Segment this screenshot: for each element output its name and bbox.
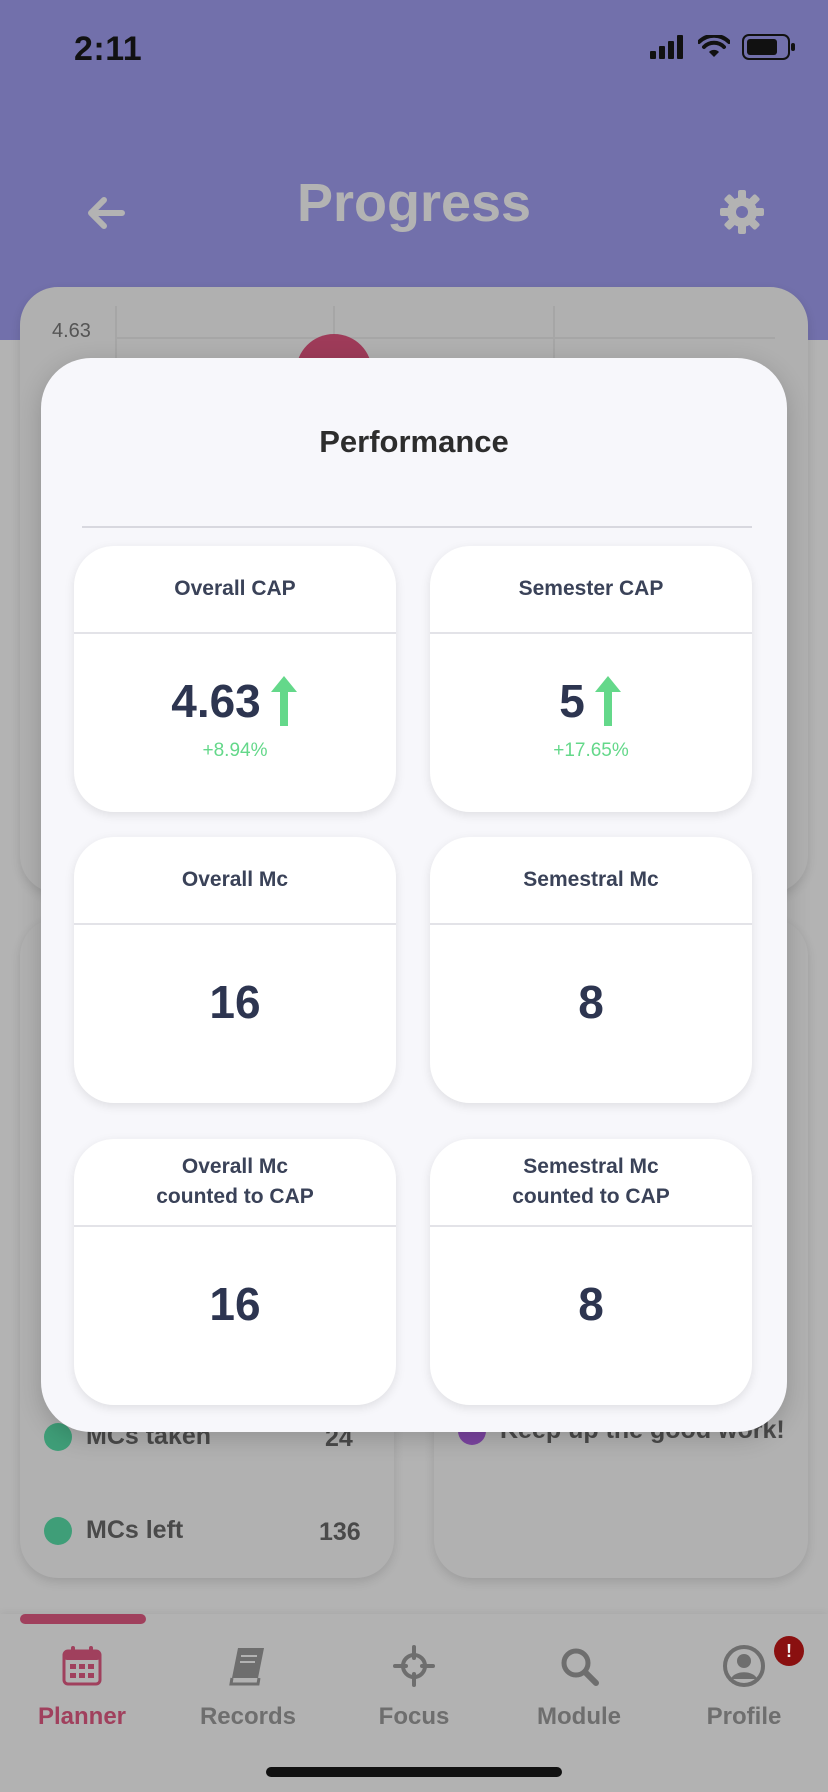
nav-label: Focus bbox=[378, 1703, 450, 1730]
stat-card-body: 8 bbox=[430, 1229, 752, 1405]
stat-card-overall-cap: Overall CAP 4.63 +8.94% bbox=[74, 546, 396, 812]
active-tab-indicator bbox=[20, 1614, 146, 1624]
stat-card-body: 16 bbox=[74, 1229, 396, 1405]
arrow-up-icon bbox=[594, 676, 621, 726]
nav-item-planner[interactable]: Planner bbox=[2, 1644, 162, 1731]
crosshair-icon bbox=[393, 1645, 435, 1687]
stat-card-overall-mc-cap: Overall Mc counted to CAP 16 bbox=[74, 1139, 396, 1405]
chart-gridline bbox=[115, 337, 775, 339]
search-icon bbox=[561, 1648, 599, 1686]
book-icon bbox=[229, 1648, 264, 1686]
nav-label: Module bbox=[537, 1703, 621, 1730]
stat-value-row: 5 bbox=[430, 674, 752, 728]
chart-gridline bbox=[115, 306, 117, 366]
arrow-up-icon bbox=[270, 676, 297, 726]
legend-value: 136 bbox=[319, 1518, 361, 1546]
stat-card-body: 16 bbox=[74, 927, 396, 1103]
wifi-icon bbox=[698, 35, 730, 57]
legend-label: MCs left bbox=[86, 1516, 184, 1544]
nav-item-records[interactable]: Records bbox=[168, 1644, 328, 1731]
stat-card-semestral-mc-cap: Semestral Mc counted to CAP 8 bbox=[430, 1139, 752, 1405]
nav-label: Planner bbox=[37, 1703, 127, 1730]
signal-icon bbox=[650, 35, 683, 59]
user-icon bbox=[723, 1645, 765, 1687]
status-time: 2:11 bbox=[74, 30, 143, 68]
modal-divider bbox=[82, 526, 752, 528]
stat-card-body: 4.63 +8.94% bbox=[74, 636, 396, 812]
nav-label: Profile bbox=[706, 1703, 782, 1730]
stat-value-row: 4.63 bbox=[74, 674, 396, 728]
stat-value: 16 bbox=[209, 1278, 261, 1330]
stat-change: +17.65% bbox=[553, 740, 629, 761]
stat-card-label: Semestral Mc bbox=[430, 837, 752, 925]
gear-icon[interactable] bbox=[718, 188, 766, 236]
stat-card-label: Semestral Mc counted to CAP bbox=[430, 1139, 752, 1227]
stat-value: 16 bbox=[209, 976, 261, 1028]
stat-card-overall-mc: Overall Mc 16 bbox=[74, 837, 396, 1103]
performance-modal: Performance Overall CAP 4.63 +8.94% Seme… bbox=[41, 358, 787, 1432]
home-indicator bbox=[266, 1767, 562, 1777]
nav-label: Records bbox=[199, 1703, 297, 1730]
stat-value: 8 bbox=[578, 1278, 604, 1330]
notification-badge: ! bbox=[774, 1636, 804, 1666]
legend-dot bbox=[44, 1516, 72, 1545]
page-title: Progress bbox=[296, 173, 532, 233]
bottom-navigation: Planner Records Focus Module Profile bbox=[0, 1614, 828, 1792]
stat-card-label: Overall Mc counted to CAP bbox=[74, 1139, 396, 1227]
calendar-icon bbox=[62, 1646, 102, 1686]
stat-card-semestral-mc: Semestral Mc 8 bbox=[430, 837, 752, 1103]
stat-card-label: Semester CAP bbox=[430, 546, 752, 634]
battery-icon bbox=[742, 34, 795, 60]
stat-value: 4.63 bbox=[171, 675, 261, 727]
chart-gridline bbox=[553, 306, 555, 366]
stat-card-label: Overall CAP bbox=[74, 546, 396, 634]
nav-item-module[interactable]: Module bbox=[499, 1644, 659, 1731]
status-icons bbox=[650, 34, 796, 60]
modal-title: Performance bbox=[319, 424, 509, 459]
stat-card-body: 5 +17.65% bbox=[430, 636, 752, 812]
stat-change: +8.94% bbox=[202, 740, 268, 761]
stat-value: 5 bbox=[559, 675, 585, 727]
legend-row-mcs-left: MCs left bbox=[44, 1516, 183, 1545]
stat-value: 8 bbox=[578, 976, 604, 1028]
stat-card-label: Overall Mc bbox=[74, 837, 396, 925]
nav-item-focus[interactable]: Focus bbox=[334, 1644, 494, 1731]
chart-y-tick-label: 4.63 bbox=[52, 320, 91, 342]
stat-card-semester-cap: Semester CAP 5 +17.65% bbox=[430, 546, 752, 812]
stat-card-body: 8 bbox=[430, 927, 752, 1103]
